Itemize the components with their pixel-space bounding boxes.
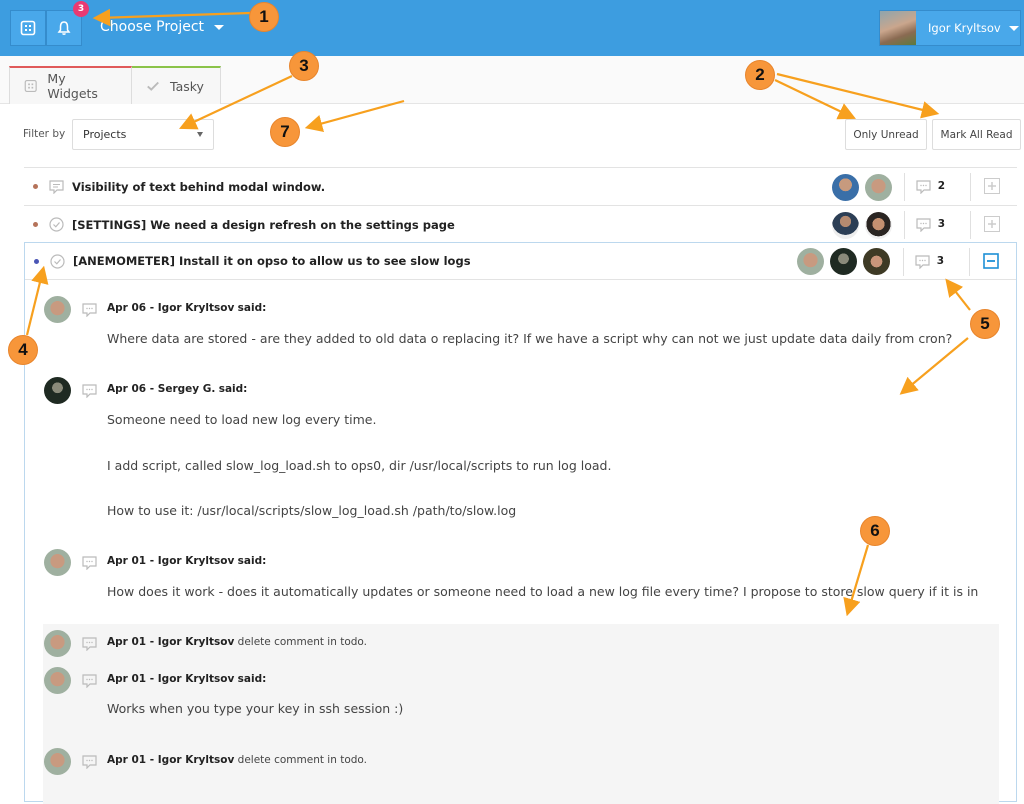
expand-plus-icon[interactable] — [984, 216, 1000, 232]
unread-dot — [34, 258, 39, 264]
task-title[interactable]: [ANEMOMETER] Install it on opso to allow… — [73, 254, 471, 268]
top-bar: 3 Choose Project Igor Kryltsov — [0, 0, 1024, 56]
check-circle-icon — [49, 253, 65, 269]
divider — [904, 211, 905, 239]
annotation-marker-1: 1 — [249, 2, 279, 32]
avatar — [797, 248, 824, 275]
check-circle-icon — [48, 217, 64, 233]
annotation-marker-2: 2 — [745, 60, 775, 90]
comment-icon — [82, 555, 97, 574]
divider — [903, 248, 904, 276]
divider — [969, 248, 970, 276]
mark-all-read-button[interactable]: Mark All Read — [932, 119, 1021, 150]
comment-count-icon — [915, 254, 930, 273]
annotation-marker-7: 7 — [270, 117, 300, 147]
project-selector-label: Choose Project — [100, 19, 205, 35]
tab-tasky[interactable]: Tasky — [132, 66, 221, 104]
comment-body: Works when you type your key in ssh sess… — [107, 701, 404, 716]
comment-icon — [82, 636, 97, 655]
comment-header: Apr 01 - Igor Kryltsov said: — [107, 673, 267, 685]
caret-down-icon — [1008, 25, 1019, 31]
comment-header: Apr 06 - Sergey G. said: — [107, 383, 248, 395]
task-title[interactable]: Visibility of text behind modal window. — [72, 180, 325, 194]
task-title[interactable]: [SETTINGS] We need a design refresh on t… — [72, 218, 455, 232]
widgets-button[interactable] — [10, 10, 46, 46]
filter-select[interactable]: Projects — [72, 119, 214, 150]
check-icon — [147, 81, 159, 91]
caret-down-icon — [214, 24, 225, 30]
user-menu[interactable]: Igor Kryltsov — [879, 10, 1021, 46]
avatar — [44, 748, 71, 775]
avatar — [44, 377, 71, 404]
user-name: Igor Kryltsov — [928, 21, 1001, 35]
divider — [904, 173, 905, 201]
comment-header: Apr 06 - Igor Kryltsov said: — [107, 302, 267, 314]
comment-count: 3 — [936, 255, 944, 267]
avatar — [44, 549, 71, 576]
project-selector[interactable]: Choose Project — [100, 19, 225, 35]
comment-header: Apr 01 - Igor Kryltsov said: — [107, 555, 267, 567]
task-list: Visibility of text behind modal window. … — [24, 167, 1017, 243]
avatar — [830, 248, 857, 275]
avatar — [865, 212, 892, 239]
widget-tabs: My Widgets Tasky — [0, 56, 1024, 104]
divider — [970, 173, 971, 201]
task-row[interactable]: [SETTINGS] We need a design refresh on t… — [24, 205, 1017, 243]
comment-count-icon — [916, 217, 931, 236]
task-row[interactable]: [ANEMOMETER] Install it on opso to allow… — [25, 243, 1016, 280]
comment-body: Where data are stored - are they added t… — [107, 331, 953, 346]
participants — [832, 174, 892, 201]
annotation-marker-3: 3 — [289, 51, 319, 81]
comment-body: I add script, called slow_log_load.sh to… — [107, 458, 612, 473]
avatar — [863, 248, 890, 275]
avatar — [832, 174, 859, 201]
unread-dot — [33, 184, 38, 189]
tab-label: Tasky — [170, 78, 204, 94]
widgets-icon — [24, 79, 37, 93]
avatar — [865, 174, 892, 201]
comment-icon — [82, 673, 97, 692]
tab-my-widgets[interactable]: My Widgets — [9, 66, 132, 104]
avatar — [44, 667, 71, 694]
caret-down-icon — [197, 132, 203, 137]
unread-dot — [33, 222, 38, 227]
activity-header: Apr 01 - Igor Kryltsov delete comment in… — [107, 754, 368, 766]
annotation-marker-5: 5 — [970, 309, 1000, 339]
participants — [797, 248, 890, 275]
filter-select-value: Projects — [83, 128, 127, 141]
participants — [832, 212, 892, 239]
expand-plus-icon[interactable] — [984, 178, 1000, 194]
divider — [970, 211, 971, 239]
avatar — [44, 296, 71, 323]
comment-icon — [82, 754, 97, 773]
comment-body: Someone need to load new log every time. — [107, 412, 377, 427]
comment-body: How does it work - does it automatically… — [107, 584, 979, 599]
filter-label: Filter by — [23, 128, 66, 140]
collapse-minus-icon[interactable] — [983, 253, 999, 269]
grid-icon — [20, 20, 36, 36]
comment-icon — [48, 179, 64, 195]
annotation-arrow-7 — [304, 99, 405, 133]
comment-icon — [82, 302, 97, 321]
annotation-marker-6: 6 — [860, 516, 890, 546]
task-row[interactable]: Visibility of text behind modal window. … — [24, 167, 1017, 205]
comment-count: 3 — [937, 218, 945, 230]
avatar — [832, 212, 859, 239]
bell-icon — [57, 21, 71, 35]
tab-label: My Widgets — [47, 71, 98, 101]
comment-body: How to use it: /usr/local/scripts/slow_l… — [107, 503, 517, 518]
annotation-marker-4: 4 — [8, 335, 38, 365]
comment-count: 2 — [937, 180, 945, 192]
only-unread-button[interactable]: Only Unread — [845, 119, 927, 150]
activity-header: Apr 01 - Igor Kryltsov delete comment in… — [107, 636, 368, 648]
comment-count-icon — [916, 179, 931, 198]
comment-icon — [82, 383, 97, 402]
user-avatar — [880, 11, 916, 45]
avatar — [44, 630, 71, 657]
notification-count-badge: 3 — [73, 1, 89, 17]
